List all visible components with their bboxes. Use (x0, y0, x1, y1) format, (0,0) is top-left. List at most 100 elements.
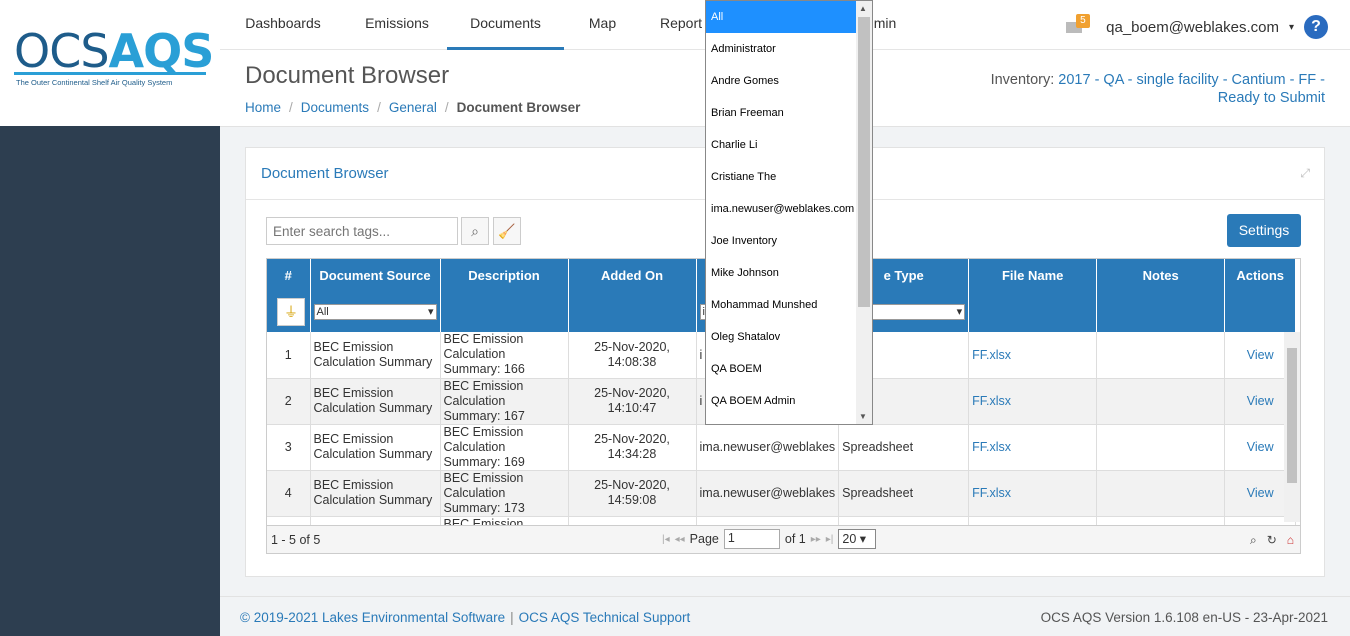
search-icon[interactable]: ⌕ (461, 217, 489, 245)
table-row[interactable]: 3 BEC Emission Calculation Summary BEC E… (267, 424, 1297, 471)
row-description: BEC Emission Calculation Summary: 169 (440, 424, 569, 471)
dropdown-option[interactable]: Joe Inventory (706, 225, 872, 257)
row-type: Spreadsheet (838, 470, 970, 517)
page-title: Document Browser (245, 62, 450, 89)
row-file-link[interactable]: FF.xlsx (968, 470, 1098, 517)
first-page-icon[interactable]: |◂ (662, 534, 670, 545)
source-filter-value: All (316, 306, 329, 318)
dropdown-option[interactable]: Charlie Li (706, 129, 872, 161)
nav-documents[interactable]: Documents (447, 0, 564, 50)
dropdown-option[interactable]: Administrator (706, 33, 872, 65)
filter-clear-icon[interactable]: ⏚ (277, 298, 305, 326)
last-page-icon[interactable]: ▸| (826, 534, 834, 545)
col-header-notes[interactable]: Notes (1096, 259, 1226, 292)
row-description: BEC Emission Calculation Summary: 167 (440, 378, 569, 425)
col-header-added-on[interactable]: Added On (568, 259, 697, 292)
table-row[interactable]: 4 BEC Emission Calculation Summary BEC E… (267, 470, 1297, 517)
col-header-file-name[interactable]: File Name (968, 259, 1098, 292)
nav-map[interactable]: Map (580, 0, 625, 50)
footer-support-link[interactable]: OCS AQS Technical Support (519, 610, 691, 625)
row-description: BEC Emission Calculation Summary: 173 (440, 470, 569, 517)
dropdown-option[interactable]: QA BOEM (706, 353, 872, 385)
row-file-link[interactable]: FF.xlsx (968, 424, 1098, 471)
mail-icon[interactable]: 5 (1066, 13, 1090, 33)
next-page-icon[interactable]: ▸▸ (811, 534, 821, 545)
mail-badge: 5 (1076, 13, 1090, 28)
source-filter-select[interactable]: All ▾ (313, 304, 437, 320)
dropdown-option[interactable]: Cristiane The (706, 161, 872, 193)
row-added-on: 25-Nov-2020, 14:10:47 (568, 378, 697, 425)
expand-icon[interactable]: ⤢ (1300, 166, 1310, 181)
col-header-actions[interactable]: Actions (1224, 259, 1297, 292)
breadcrumb: Home / Documents / General / Document Browser (245, 100, 580, 115)
page-size-value: 20 (842, 532, 857, 546)
chevron-down-icon: ▾ (956, 306, 963, 318)
nav-dashboards[interactable]: Dashboards (232, 0, 334, 50)
dropdown-option[interactable]: Brian Freeman (706, 97, 872, 129)
row-added-on: 25-Nov-2020, 14:08:38 (568, 332, 697, 379)
nav-emissions[interactable]: Emissions (352, 0, 442, 50)
col-header-source[interactable]: Document Source (310, 259, 441, 292)
user-name[interactable]: qa_boem@weblakes.com (1106, 19, 1279, 36)
breadcrumb-general[interactable]: General (389, 100, 437, 115)
row-notes (1096, 424, 1226, 471)
row-num: 2 (267, 378, 311, 425)
dropdown-option[interactable]: Mohammad Munshed (706, 289, 872, 321)
dropdown-option[interactable]: Mike Johnson (706, 257, 872, 289)
chevron-down-icon[interactable]: ▾ (1289, 22, 1294, 33)
search-tags-input[interactable] (266, 217, 458, 245)
breadcrumb-home[interactable]: Home (245, 100, 281, 115)
page-size-select[interactable]: 20 ▾ (838, 529, 877, 549)
logo[interactable]: OCSAQS The Outer Continental Shelf Air Q… (0, 0, 220, 126)
row-added-on: 25-Nov-2020, 14:34:28 (568, 424, 697, 471)
panel-title: Document Browser (261, 165, 389, 182)
inventory-info: Inventory: 2017 - QA - single facility -… (965, 71, 1325, 107)
scroll-up-icon[interactable]: ▲ (859, 4, 867, 13)
page-label: Page (689, 532, 719, 546)
zoom-icon[interactable]: ⌕ (1250, 533, 1257, 548)
grid-scrollbar-thumb[interactable] (1287, 348, 1297, 483)
grid-scrollbar[interactable] (1284, 332, 1300, 522)
logo-aqs: AQS (108, 24, 215, 78)
dropdown-option[interactable]: Andre Gomes (706, 65, 872, 97)
clear-filter-icon[interactable]: 🧹 (493, 217, 521, 245)
refresh-icon[interactable]: ↻ (1267, 533, 1277, 548)
row-num: 1 (267, 332, 311, 379)
logo-wave (14, 72, 206, 75)
row-source: BEC Emission Calculation Summary (310, 424, 441, 471)
dropdown-scrollbar-thumb[interactable] (858, 17, 870, 307)
scroll-down-icon[interactable]: ▼ (859, 412, 867, 421)
settings-button[interactable]: Settings (1227, 214, 1301, 247)
breadcrumb-sep: / (377, 100, 381, 115)
nav-admin[interactable]: min (870, 0, 900, 50)
page-of-label: of 1 (784, 532, 806, 546)
record-count: 1 - 5 of 5 (271, 533, 321, 547)
row-source: BEC Emission Calculation Summary (310, 470, 441, 517)
row-added-on: 25-Nov-2020, 14:59:08 (568, 470, 697, 517)
row-added-by: ima.newuser@weblakes (696, 424, 840, 471)
row-notes (1096, 470, 1226, 517)
prev-page-icon[interactable]: ◂◂ (675, 534, 685, 545)
dropdown-option[interactable]: Oleg Shatalov (706, 321, 872, 353)
added-by-dropdown-list[interactable]: All Administrator Andre Gomes Brian Free… (705, 0, 873, 425)
dropdown-option[interactable]: QA BOEM Admin (706, 385, 872, 417)
chevron-down-icon: ▾ (427, 306, 434, 318)
col-header-description[interactable]: Description (440, 259, 569, 292)
nav-reports[interactable]: Report (656, 0, 706, 50)
dropdown-option[interactable]: All (706, 1, 872, 33)
page-number-input[interactable]: 1 (723, 529, 780, 549)
row-notes (1096, 332, 1226, 379)
help-icon[interactable]: ? (1304, 15, 1328, 39)
row-file-link[interactable]: FF.xlsx (968, 332, 1098, 379)
footer: © 2019-2021 Lakes Environmental Software… (220, 596, 1350, 636)
inventory-link[interactable]: 2017 - QA - single facility - Cantium - … (1058, 72, 1325, 106)
export-icon[interactable]: ⌂ (1287, 533, 1294, 548)
logo-tagline: The Outer Continental Shelf Air Quality … (16, 78, 173, 87)
dropdown-option[interactable]: ima.newuser@weblakes.com (706, 193, 872, 225)
row-type: Spreadsheet (838, 424, 970, 471)
breadcrumb-documents[interactable]: Documents (301, 100, 369, 115)
dropdown-scrollbar[interactable]: ▲ ▼ (856, 1, 872, 424)
row-file-link[interactable]: FF.xlsx (968, 378, 1098, 425)
footer-copyright-link[interactable]: © 2019-2021 Lakes Environmental Software (240, 610, 505, 625)
col-header-num[interactable]: # (267, 259, 311, 292)
